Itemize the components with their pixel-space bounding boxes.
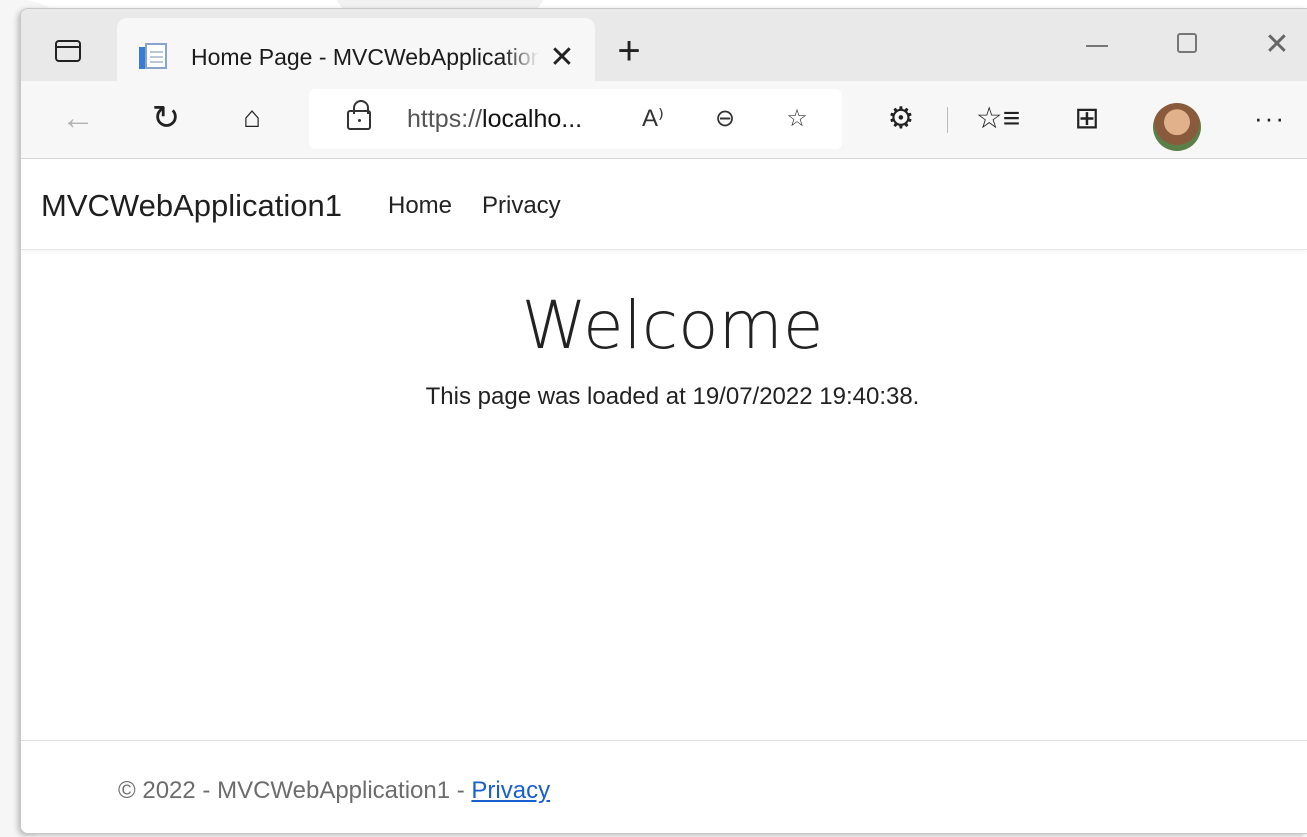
page-favicon-icon xyxy=(139,41,171,73)
more-options-icon[interactable]: ··· xyxy=(1247,95,1293,141)
footer-text: © 2022 - MVCWebApplication1 - Privacy xyxy=(118,777,550,805)
refresh-icon[interactable]: ↻ xyxy=(143,95,189,141)
favorites-icon[interactable]: ☆≡ xyxy=(975,95,1021,141)
close-tab-icon[interactable]: ✕ xyxy=(545,41,579,75)
new-tab-icon[interactable]: + xyxy=(609,31,649,73)
loaded-timestamp-text: This page was loaded at 19/07/2022 19:40… xyxy=(425,383,920,410)
nav-link-home[interactable]: Home xyxy=(388,192,452,220)
extensions-icon[interactable]: ⚙ xyxy=(878,95,924,141)
read-aloud-icon[interactable]: A⁾ xyxy=(635,103,671,135)
page-heading: Welcome xyxy=(521,287,824,364)
maximize-icon[interactable] xyxy=(1164,27,1210,63)
close-window-icon[interactable]: ✕ xyxy=(1254,27,1300,63)
profile-avatar[interactable] xyxy=(1153,103,1201,151)
zoom-out-icon[interactable]: ⊖ xyxy=(707,103,743,135)
tab-home-page[interactable]: Home Page - MVCWebApplication1 ✕ xyxy=(117,18,595,81)
add-favorite-icon[interactable]: ☆ xyxy=(779,103,815,135)
tab-title: Home Page - MVCWebApplication1 xyxy=(191,44,539,70)
url-text[interactable]: https://localho... xyxy=(407,105,617,135)
toolbar-divider xyxy=(947,107,948,133)
footer-privacy-link[interactable]: Privacy xyxy=(471,777,550,804)
nav-link-privacy[interactable]: Privacy xyxy=(482,192,561,220)
site-brand-link[interactable]: MVCWebApplication1 xyxy=(41,188,342,224)
url-host: localho... xyxy=(482,105,583,133)
back-icon[interactable]: ← xyxy=(55,95,101,141)
browser-toolbar: ← ↻ ⌂ https://localho... A⁾ ⊖ ☆ ⚙ ☆≡ ⊞ ·… xyxy=(21,81,1307,159)
address-bar[interactable]: https://localho... A⁾ ⊖ ☆ xyxy=(309,89,842,149)
site-navbar: MVCWebApplication1 Home Privacy xyxy=(21,160,1307,250)
collections-icon[interactable]: ⊞ xyxy=(1064,95,1110,141)
footer-copyright: © 2022 - MVCWebApplication1 - xyxy=(118,777,472,804)
browser-window: Home Page - MVCWebApplication1 ✕ + ✕ ← ↻… xyxy=(20,8,1307,834)
site-footer: © 2022 - MVCWebApplication1 - Privacy xyxy=(21,740,1307,833)
url-scheme: https:// xyxy=(407,105,483,133)
minimize-icon[interactable] xyxy=(1074,27,1120,63)
tab-actions-icon[interactable] xyxy=(43,31,93,71)
tab-bar: Home Page - MVCWebApplication1 ✕ + ✕ xyxy=(21,9,1307,81)
lock-icon[interactable] xyxy=(347,100,371,130)
home-icon[interactable]: ⌂ xyxy=(229,95,275,141)
